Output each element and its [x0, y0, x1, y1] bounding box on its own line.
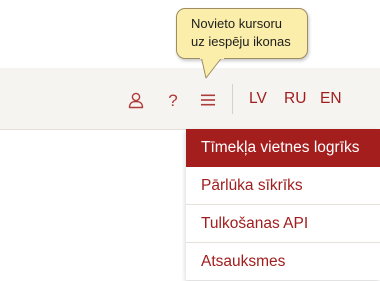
help-button[interactable]: ?	[161, 88, 185, 112]
menu-button[interactable]	[196, 88, 220, 112]
menu-item-translation-api[interactable]: Tulkošanas API	[186, 205, 380, 243]
user-button[interactable]	[124, 88, 148, 112]
menu-item-browser-extension[interactable]: Pārlūka sīkrīks	[186, 167, 380, 205]
page: ? LV RU EN Novieto kursoru uz iespēju ik…	[0, 0, 380, 280]
options-dropdown: Tīmekļa vietnes logrīks Pārlūka sīkrīks …	[186, 129, 380, 280]
language-lv[interactable]: LV	[249, 89, 267, 109]
user-icon	[128, 92, 144, 109]
help-icon: ?	[168, 90, 178, 110]
tooltip: Novieto kursoru uz iespēju ikonas	[176, 8, 308, 59]
tooltip-line-1: Novieto kursoru	[191, 16, 283, 31]
header-divider	[232, 84, 233, 114]
language-en[interactable]: EN	[320, 89, 342, 109]
language-ru[interactable]: RU	[284, 89, 306, 109]
menu-item-feedback[interactable]: Atsauksmes	[186, 243, 380, 281]
tooltip-pointer	[200, 55, 224, 79]
tooltip-line-2: uz iespēju ikonas	[191, 34, 291, 49]
menu-item-website-widget[interactable]: Tīmekļa vietnes logrīks	[186, 129, 380, 167]
menu-icon	[201, 94, 215, 106]
